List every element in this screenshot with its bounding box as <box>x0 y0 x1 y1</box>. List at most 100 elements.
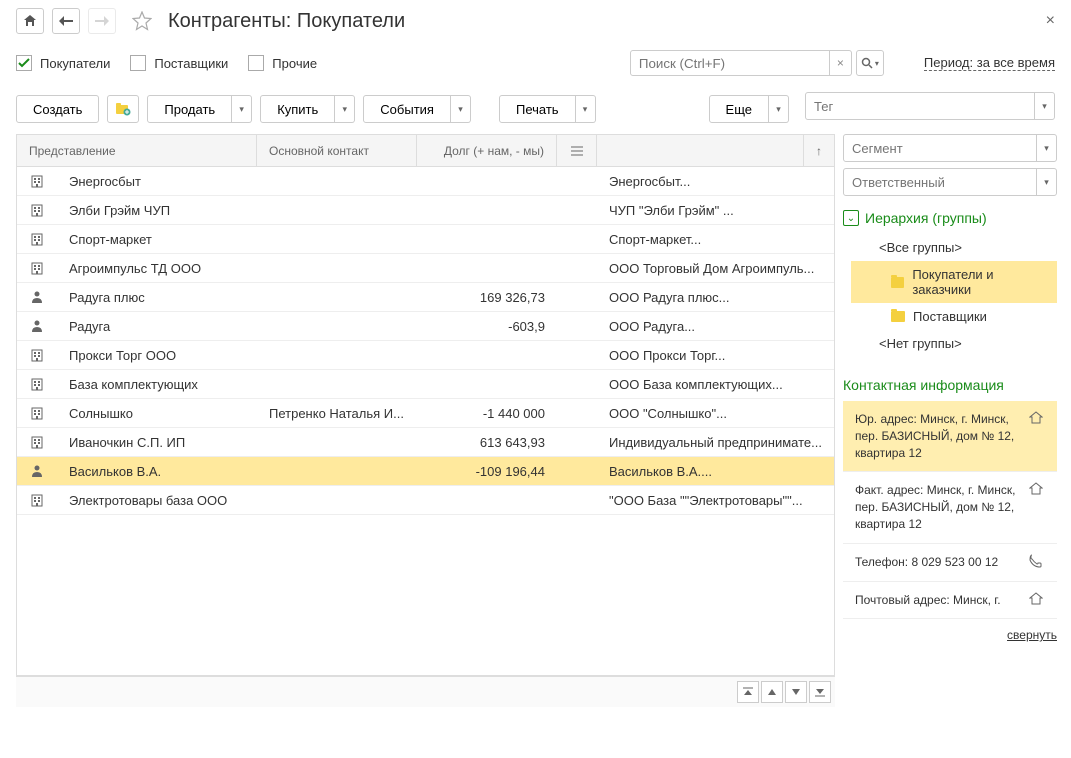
table-row[interactable]: Иваночкин С.П. ИП 613 643,93 Индивидуаль… <box>17 428 834 457</box>
table-row[interactable]: База комплектующих ООО База комплектующи… <box>17 370 834 399</box>
segment-filter[interactable] <box>844 141 1036 156</box>
tag-filter[interactable] <box>806 99 1034 114</box>
folder-icon <box>891 311 905 322</box>
column-list[interactable] <box>557 135 597 166</box>
close-button[interactable]: × <box>1046 12 1055 30</box>
column-debt[interactable]: Долг (+ нам, - мы) <box>417 135 557 166</box>
chevron-down-icon: ▾ <box>875 59 879 68</box>
table-row[interactable]: Прокси Торг ООО ООО Прокси Торг... <box>17 341 834 370</box>
tag-dropdown[interactable]: ▾ <box>1034 93 1054 119</box>
row-list <box>557 196 597 224</box>
row-name: Энергосбыт <box>57 167 257 195</box>
row-list <box>557 428 597 456</box>
buy-button[interactable]: Купить <box>260 95 335 123</box>
responsible-dropdown[interactable]: ▾ <box>1036 169 1056 195</box>
search-input[interactable] <box>630 50 830 76</box>
back-button[interactable] <box>52 8 80 34</box>
home-button[interactable] <box>16 8 44 34</box>
row-contact <box>257 196 417 224</box>
buy-dropdown[interactable]: ▾ <box>335 95 355 123</box>
sell-dropdown[interactable]: ▾ <box>232 95 252 123</box>
table-header: Представление Основной контакт Долг (+ н… <box>17 135 834 167</box>
row-debt: -603,9 <box>417 312 557 340</box>
row-contact: Петренко Наталья И... <box>257 399 417 427</box>
table-row[interactable]: Агроимпульс ТД ООО ООО Торговый Дом Агро… <box>17 254 834 283</box>
row-description: Васильков В.А.... <box>597 457 834 485</box>
phone-icon <box>1029 554 1045 568</box>
print-button[interactable]: Печать <box>499 95 576 123</box>
filter-others[interactable]: Прочие <box>248 55 317 71</box>
row-list <box>557 486 597 514</box>
sell-button[interactable]: Продать <box>147 95 232 123</box>
arrow-right-icon <box>95 16 109 26</box>
contact-item[interactable]: Почтовый адрес: Минск, г. <box>843 582 1057 620</box>
row-description: ООО Радуга плюс... <box>597 283 834 311</box>
contact-item[interactable]: Юр. адрес: Минск, г. Минск, пер. БАЗИСНЫ… <box>843 401 1057 472</box>
row-list <box>557 254 597 282</box>
tree-all-groups[interactable]: <Все группы> <box>851 234 1057 261</box>
row-description: ООО Радуга... <box>597 312 834 340</box>
tree-buyers[interactable]: Покупатели и заказчики <box>851 261 1057 303</box>
table-row[interactable]: Васильков В.А. -109 196,44 Васильков В.А… <box>17 457 834 486</box>
segment-dropdown[interactable]: ▾ <box>1036 135 1056 161</box>
row-debt <box>417 486 557 514</box>
row-contact <box>257 225 417 253</box>
print-dropdown[interactable]: ▾ <box>576 95 596 123</box>
checkbox-icon <box>130 55 146 71</box>
favorite-button[interactable] <box>132 11 152 31</box>
row-type-icon <box>17 254 57 282</box>
row-description: Спорт-маркет... <box>597 225 834 253</box>
table-row[interactable]: Энергосбыт Энергосбыт... <box>17 167 834 196</box>
row-description: ЧУП "Элби Грэйм" ... <box>597 196 834 224</box>
responsible-filter[interactable] <box>844 175 1036 190</box>
row-type-icon <box>17 283 57 311</box>
x-icon: × <box>837 56 844 70</box>
period-selector[interactable]: Период: за все время <box>924 55 1055 71</box>
triangle-down-bar-icon <box>815 687 825 697</box>
more-dropdown[interactable]: ▾ <box>769 95 789 123</box>
row-debt <box>417 167 557 195</box>
row-debt <box>417 370 557 398</box>
page-first-button[interactable] <box>737 681 759 703</box>
page-last-button[interactable] <box>809 681 831 703</box>
search-settings-button[interactable]: ▾ <box>856 50 884 76</box>
hierarchy-header[interactable]: ⌄ Иерархия (группы) <box>843 202 1057 234</box>
create-button[interactable]: Создать <box>16 95 99 123</box>
triangle-up-icon <box>767 687 777 697</box>
row-name: База комплектующих <box>57 370 257 398</box>
filter-suppliers[interactable]: Поставщики <box>130 55 228 71</box>
create-group-button[interactable] <box>107 95 139 123</box>
row-contact <box>257 312 417 340</box>
row-type-icon <box>17 486 57 514</box>
row-contact <box>257 370 417 398</box>
filter-suppliers-label: Поставщики <box>154 56 228 71</box>
column-contact[interactable]: Основной контакт <box>257 135 417 166</box>
search-clear-button[interactable]: × <box>830 50 852 76</box>
events-dropdown[interactable]: ▾ <box>451 95 471 123</box>
page-next-button[interactable] <box>785 681 807 703</box>
table-row[interactable]: Электротовары база ООО "ООО База ""Элект… <box>17 486 834 515</box>
table-row[interactable]: Элби Грэйм ЧУП ЧУП "Элби Грэйм" ... <box>17 196 834 225</box>
row-type-icon <box>17 370 57 398</box>
tree-suppliers[interactable]: Поставщики <box>851 303 1057 330</box>
column-sort[interactable]: ↑ <box>804 135 834 166</box>
filter-buyers-label: Покупатели <box>40 56 110 71</box>
contact-item[interactable]: Телефон: 8 029 523 00 12 <box>843 544 1057 582</box>
collapse-link[interactable]: свернуть <box>1007 628 1057 642</box>
page-prev-button[interactable] <box>761 681 783 703</box>
filter-buyers[interactable]: Покупатели <box>16 55 110 71</box>
row-list <box>557 399 597 427</box>
tree-no-group[interactable]: <Нет группы> <box>851 330 1057 357</box>
events-button[interactable]: События <box>363 95 451 123</box>
table-row[interactable]: Спорт-маркет Спорт-маркет... <box>17 225 834 254</box>
column-description[interactable] <box>597 135 804 166</box>
contact-item[interactable]: Факт. адрес: Минск, г. Минск, пер. БАЗИС… <box>843 472 1057 543</box>
row-contact <box>257 341 417 369</box>
table-row[interactable]: Солнышко Петренко Наталья И... -1 440 00… <box>17 399 834 428</box>
forward-button[interactable] <box>88 8 116 34</box>
table-row[interactable]: Радуга -603,9 ООО Радуга... <box>17 312 834 341</box>
table-row[interactable]: Радуга плюс 169 326,73 ООО Радуга плюс..… <box>17 283 834 312</box>
column-name[interactable]: Представление <box>17 135 257 166</box>
more-button[interactable]: Еще <box>709 95 769 123</box>
row-name: Прокси Торг ООО <box>57 341 257 369</box>
